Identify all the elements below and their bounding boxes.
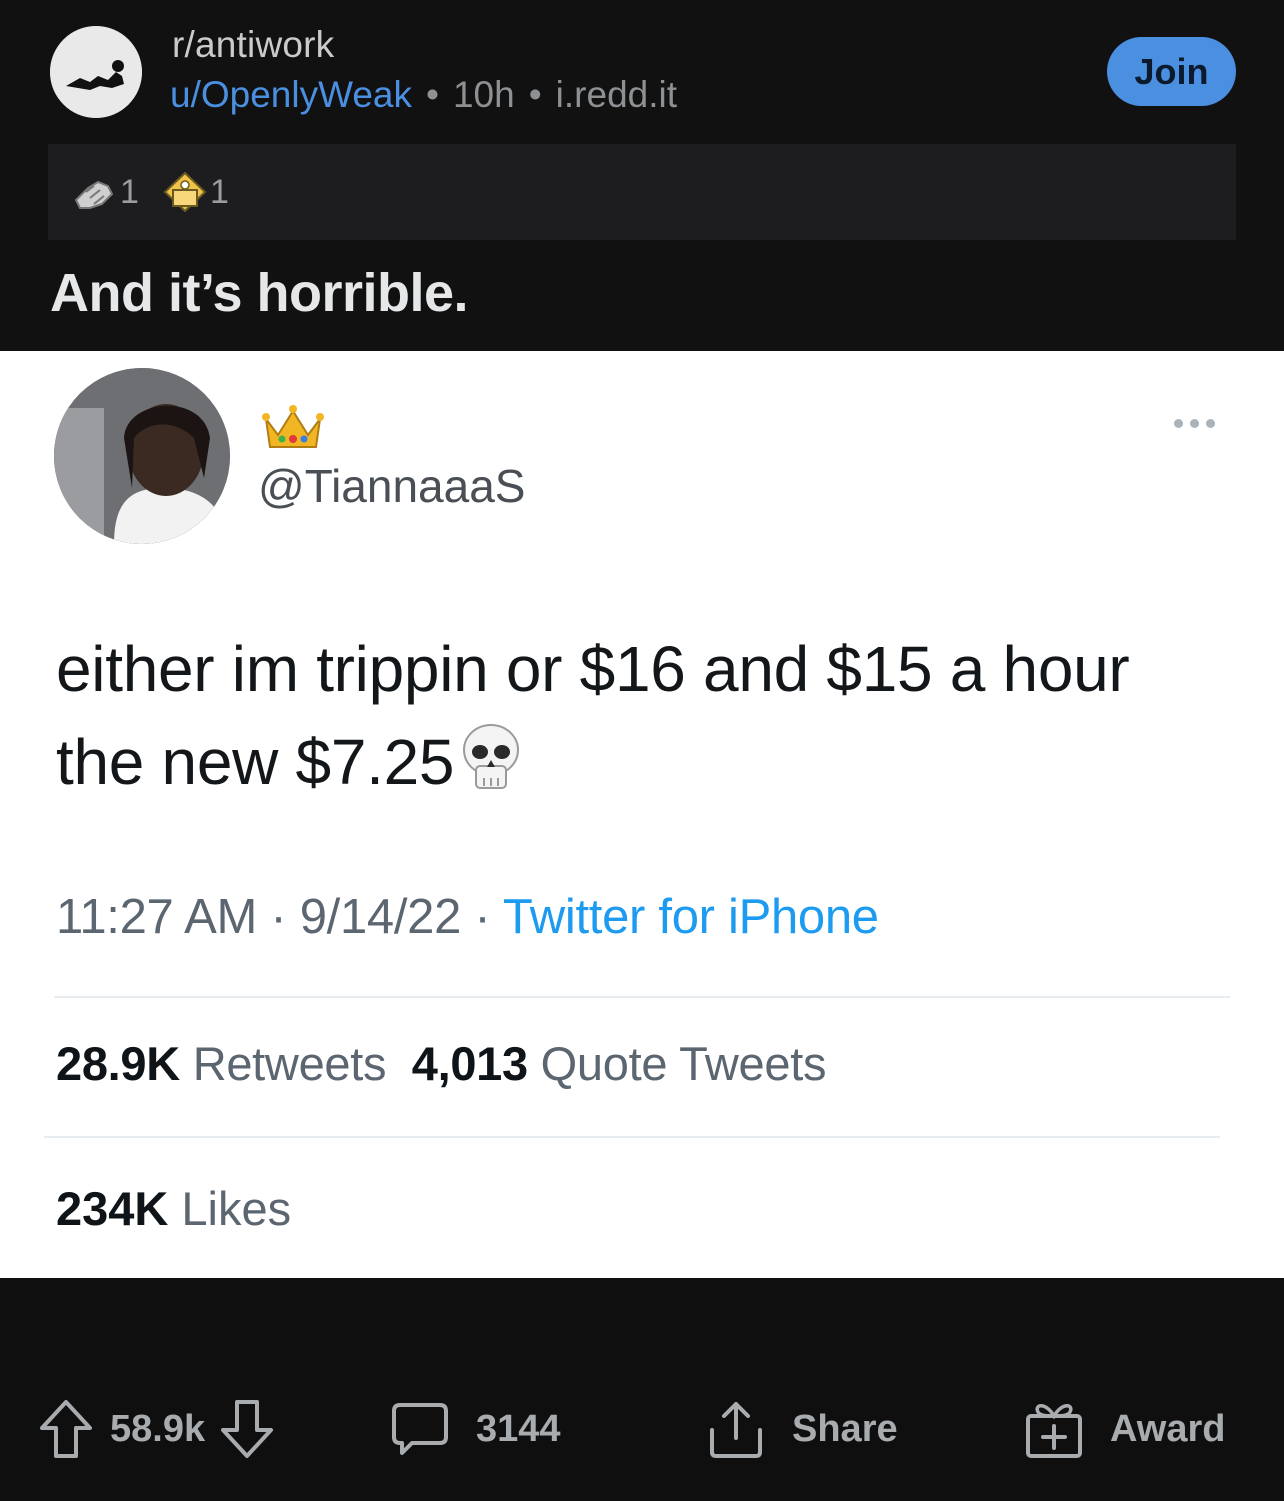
join-button[interactable]: Join xyxy=(1107,37,1236,106)
meta-separator: · xyxy=(270,890,287,944)
award-item[interactable]: 1 xyxy=(162,170,229,214)
post-age: 10h xyxy=(452,74,515,115)
quote-label: Quote Tweets xyxy=(540,1037,827,1090)
post-header: r/antiwork u/OpenlyWeak • 10h • i.redd.it Jo… xyxy=(0,0,1284,351)
divider xyxy=(44,1136,1220,1138)
vote-group: 58.9k xyxy=(38,1398,275,1460)
tweet-image[interactable]: @TiannaaaS either im trippin or $16 and … xyxy=(0,351,1284,1278)
tweet-meta: 11:27 AM · 9/14/22 · Twitter for iPhone xyxy=(56,889,879,945)
comment-count: 3144 xyxy=(476,1407,561,1450)
tweet-handle: @TiannaaaS xyxy=(258,460,526,512)
share-icon xyxy=(710,1402,762,1458)
retweets-count: 28.9K xyxy=(56,1037,180,1090)
post-action-bar: 58.9k 3144 Share Award xyxy=(0,1278,1284,1501)
tweet-stats: 28.9K Retweets 4,013 Quote Tweets xyxy=(56,1036,826,1091)
vote-count: 58.9k xyxy=(110,1407,206,1450)
tweet-text: either im trippin or $16 and $15 a hour … xyxy=(56,623,1206,809)
post-meta: u/OpenlyWeak • 10h • i.redd.it xyxy=(170,74,677,116)
share-label: Share xyxy=(792,1407,898,1450)
helpful-award-icon xyxy=(163,171,207,213)
crown-emoji xyxy=(262,405,324,448)
post-domain[interactable]: i.redd.it xyxy=(556,74,677,115)
meta-separator: • xyxy=(426,74,439,115)
profile-photo xyxy=(54,368,230,544)
reclining-figure-icon xyxy=(50,26,142,118)
post-title[interactable]: And it’s horrible. xyxy=(50,262,469,324)
retweets-label: Retweets xyxy=(192,1037,387,1090)
share-button[interactable]: Share xyxy=(706,1398,898,1460)
likes-label: Likes xyxy=(181,1182,292,1235)
likes-count: 234K xyxy=(56,1182,169,1235)
award-count: 1 xyxy=(120,172,139,211)
downvote-icon[interactable] xyxy=(219,1398,275,1460)
comments-button[interactable]: 3144 xyxy=(390,1398,561,1460)
tweet-date: 9/14/22 xyxy=(299,890,462,944)
wholesome-seal-icon xyxy=(74,180,114,209)
skull-emoji xyxy=(463,724,520,789)
tweet-client: Twitter for iPhone xyxy=(502,890,879,944)
tweet-likes: 234K Likes xyxy=(56,1181,291,1236)
author-link[interactable]: u/OpenlyWeak xyxy=(170,74,412,115)
award-item[interactable]: 1 xyxy=(72,170,139,214)
quote-count: 4,013 xyxy=(411,1037,528,1090)
award-count: 1 xyxy=(210,172,229,211)
awards-bar[interactable]: 1 1 xyxy=(48,144,1236,240)
upvote-icon[interactable] xyxy=(38,1398,94,1460)
award-label: Award xyxy=(1110,1407,1226,1450)
subreddit-avatar[interactable] xyxy=(50,26,142,118)
subreddit-name[interactable]: r/antiwork xyxy=(172,24,334,66)
tweet-avatar xyxy=(54,368,230,544)
gift-icon xyxy=(1026,1404,1082,1458)
comment-icon xyxy=(392,1403,448,1455)
tweet-time: 11:27 AM xyxy=(56,890,257,944)
tweet-text-content: either im trippin or $16 and $15 a hour … xyxy=(56,633,1130,798)
more-options-icon xyxy=(1174,419,1215,428)
meta-separator: · xyxy=(474,890,491,944)
divider xyxy=(54,996,1230,998)
award-button[interactable]: Award xyxy=(1024,1398,1225,1460)
meta-separator: • xyxy=(528,74,542,115)
